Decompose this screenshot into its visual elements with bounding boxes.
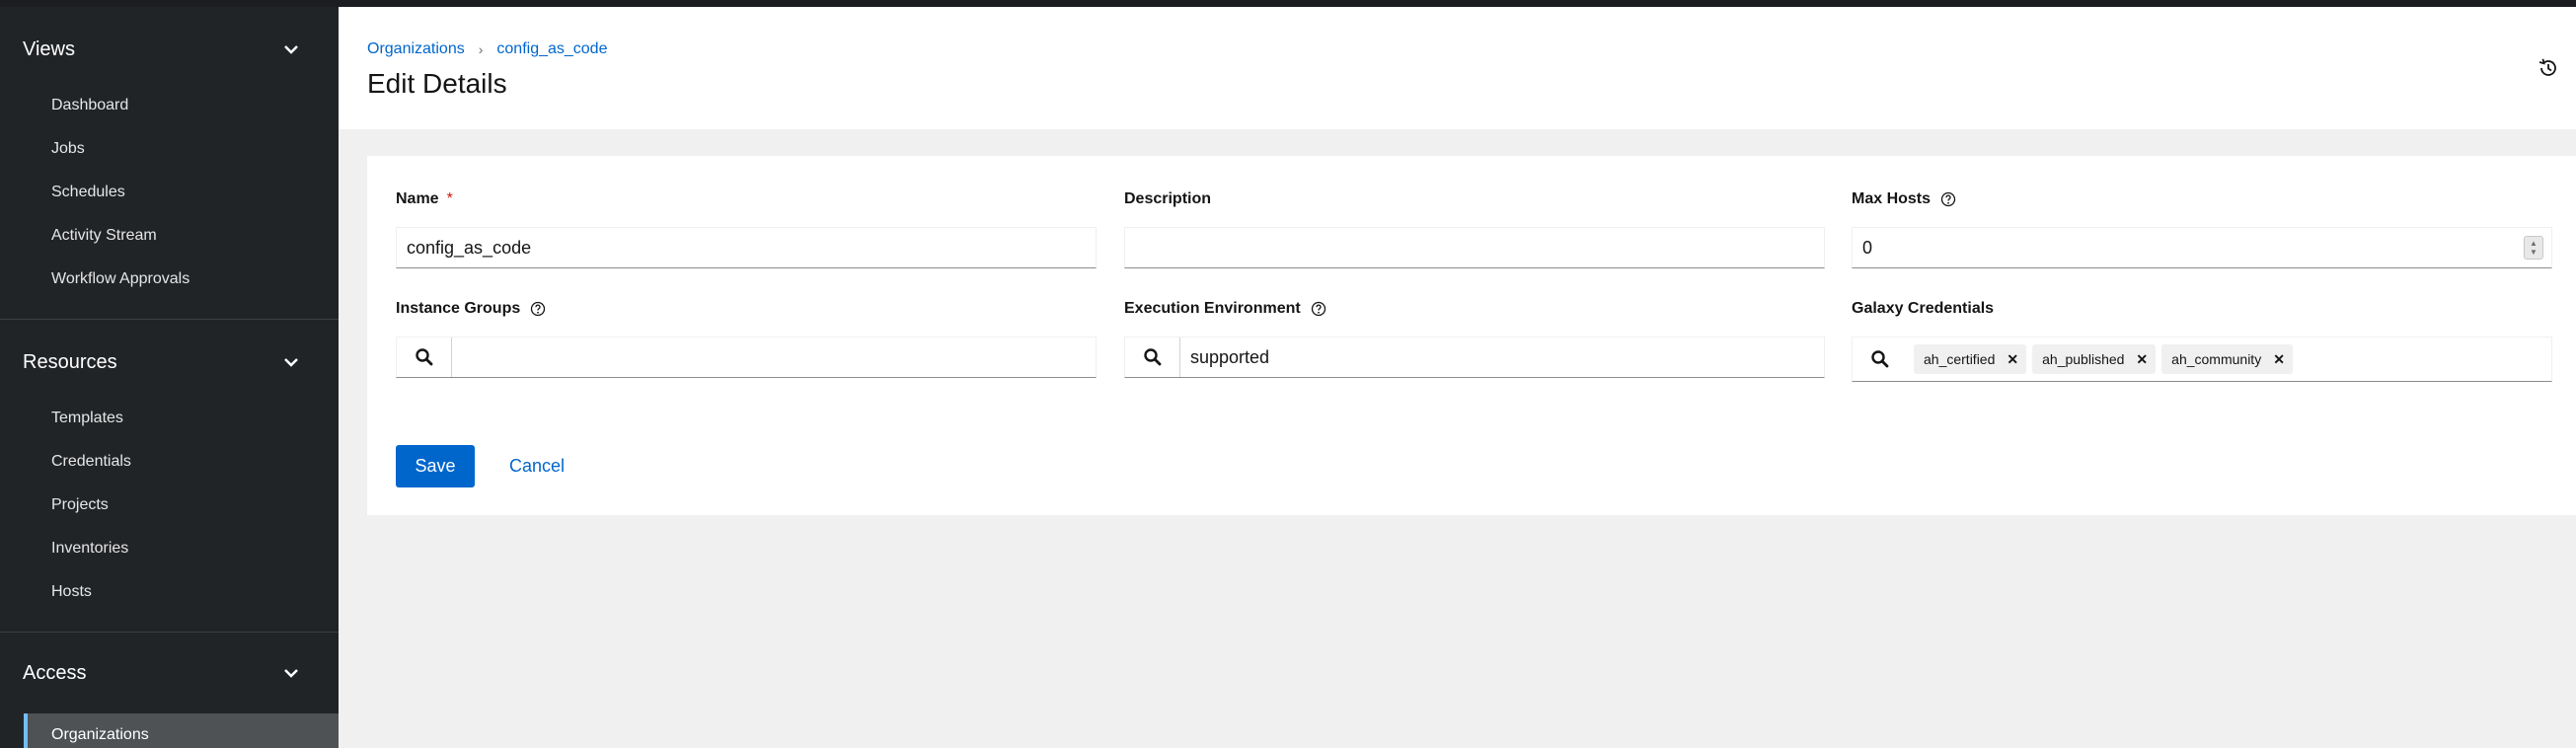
galaxy-credentials-label: Galaxy Credentials: [1852, 299, 2552, 319]
breadcrumb: Organizations › config_as_code: [367, 40, 607, 58]
max-hosts-input-value: 0: [1862, 237, 1873, 258]
sidebar-item-dashboard[interactable]: Dashboard: [0, 84, 339, 127]
save-button[interactable]: Save: [396, 445, 475, 487]
nav-group-body: Organizations: [0, 713, 339, 748]
description-label: Description: [1124, 189, 1825, 209]
sidebar: Views Dashboard Jobs Schedules Activity …: [0, 7, 339, 748]
sidebar-item-credentials[interactable]: Credentials: [0, 440, 339, 484]
search-icon: [415, 348, 432, 366]
sidebar-item-hosts[interactable]: Hosts: [0, 570, 339, 614]
execution-environment-lookup[interactable]: supported: [1124, 337, 1825, 378]
chip-label: ah_community: [2171, 351, 2262, 367]
chevron-down-icon: [284, 358, 298, 367]
sidebar-item-templates[interactable]: Templates: [0, 397, 339, 440]
max-hosts-label-text: Max Hosts: [1852, 190, 1932, 207]
chip-label: ah_published: [2042, 351, 2125, 367]
sidebar-item-inventories[interactable]: Inventories: [0, 527, 339, 570]
help-icon[interactable]: [530, 301, 546, 317]
execution-environment-value: supported: [1190, 346, 1270, 367]
execution-environment-label-text: Execution Environment: [1124, 300, 1301, 317]
galaxy-credentials-search-button[interactable]: [1853, 337, 1908, 381]
page-header: Organizations › config_as_code Edit Deta…: [339, 7, 2576, 129]
chevron-down-icon: [284, 669, 298, 678]
instance-groups-label: Instance Groups: [396, 299, 1097, 319]
credential-chip: ah_certified ✕: [1914, 344, 2027, 374]
name-label-text: Name: [396, 190, 439, 207]
nav-group-title: Access: [23, 661, 87, 684]
instance-groups-label-text: Instance Groups: [396, 300, 521, 317]
sidebar-item-activity-stream[interactable]: Activity Stream: [0, 214, 339, 258]
execution-environment-label: Execution Environment: [1124, 299, 1825, 319]
sidebar-item-organizations[interactable]: Organizations: [24, 713, 339, 748]
description-label-text: Description: [1124, 190, 1212, 207]
nav-group-resources: Resources Templates Credentials Projects…: [0, 320, 339, 633]
page-title: Edit Details: [367, 68, 507, 99]
chip-label: ah_certified: [1924, 351, 1996, 367]
execution-environment-field: Execution Environment supported: [1124, 299, 1825, 378]
breadcrumb-config-as-code[interactable]: config_as_code: [496, 40, 607, 58]
galaxy-credentials-label-text: Galaxy Credentials: [1852, 300, 1995, 317]
description-field: Description: [1124, 189, 1825, 268]
sidebar-item-workflow-approvals[interactable]: Workflow Approvals: [0, 258, 339, 301]
name-field: Name * config_as_code: [396, 189, 1097, 268]
close-icon[interactable]: ✕: [2007, 351, 2018, 368]
breadcrumb-separator: ›: [478, 41, 484, 57]
instance-groups-lookup[interactable]: [396, 337, 1097, 378]
nav-group-body: Templates Credentials Projects Inventori…: [0, 397, 339, 632]
search-icon: [1143, 348, 1161, 366]
galaxy-credentials-field: Galaxy Credentials ah_certified ✕ ah_pub…: [1852, 299, 2552, 382]
nav-group-title: Resources: [23, 350, 117, 373]
search-icon: [1871, 350, 1889, 368]
number-stepper-icon[interactable]: ▲ ▼: [2524, 236, 2543, 260]
execution-environment-search-button[interactable]: [1125, 337, 1180, 377]
credential-chip: ah_community ✕: [2161, 344, 2293, 374]
name-input[interactable]: config_as_code: [396, 227, 1097, 268]
cancel-button[interactable]: Cancel: [493, 445, 580, 487]
max-hosts-field: Max Hosts 0 ▲ ▼: [1852, 189, 2552, 268]
description-input[interactable]: [1124, 227, 1825, 268]
nav-group-header-views[interactable]: Views: [0, 7, 339, 92]
name-input-value: config_as_code: [407, 237, 532, 258]
sidebar-item-projects[interactable]: Projects: [0, 484, 339, 527]
nav-group-title: Views: [23, 37, 75, 60]
galaxy-credentials-lookup[interactable]: ah_certified ✕ ah_published ✕ ah_communi…: [1852, 337, 2552, 382]
edit-details-form: Name * config_as_code Description Max Ho…: [367, 156, 2576, 515]
credential-chip: ah_published ✕: [2032, 344, 2157, 374]
credential-chip-group: ah_certified ✕ ah_published ✕ ah_communi…: [1908, 344, 2293, 374]
nav-group-header-access[interactable]: Access: [0, 633, 339, 713]
nav-group-views: Views Dashboard Jobs Schedules Activity …: [0, 7, 339, 320]
close-icon[interactable]: ✕: [2273, 351, 2285, 368]
max-hosts-input[interactable]: 0 ▲ ▼: [1852, 227, 2552, 268]
close-icon[interactable]: ✕: [2136, 351, 2148, 368]
help-icon[interactable]: [1311, 301, 1326, 317]
instance-groups-field: Instance Groups: [396, 299, 1097, 378]
required-marker: *: [446, 190, 453, 207]
max-hosts-label: Max Hosts: [1852, 189, 2552, 209]
top-bar: [0, 0, 2576, 7]
help-icon[interactable]: [1940, 191, 1956, 207]
chevron-down-icon: [284, 45, 298, 54]
history-icon[interactable]: [2537, 56, 2560, 80]
nav-group-body: Dashboard Jobs Schedules Activity Stream…: [0, 84, 339, 319]
nav-group-access: Access Organizations: [0, 633, 339, 748]
breadcrumb-organizations[interactable]: Organizations: [367, 40, 465, 58]
name-label: Name *: [396, 189, 1097, 209]
sidebar-item-jobs[interactable]: Jobs: [0, 127, 339, 171]
nav-group-header-resources[interactable]: Resources: [0, 320, 339, 405]
instance-groups-search-button[interactable]: [397, 337, 452, 377]
sidebar-item-schedules[interactable]: Schedules: [0, 171, 339, 214]
